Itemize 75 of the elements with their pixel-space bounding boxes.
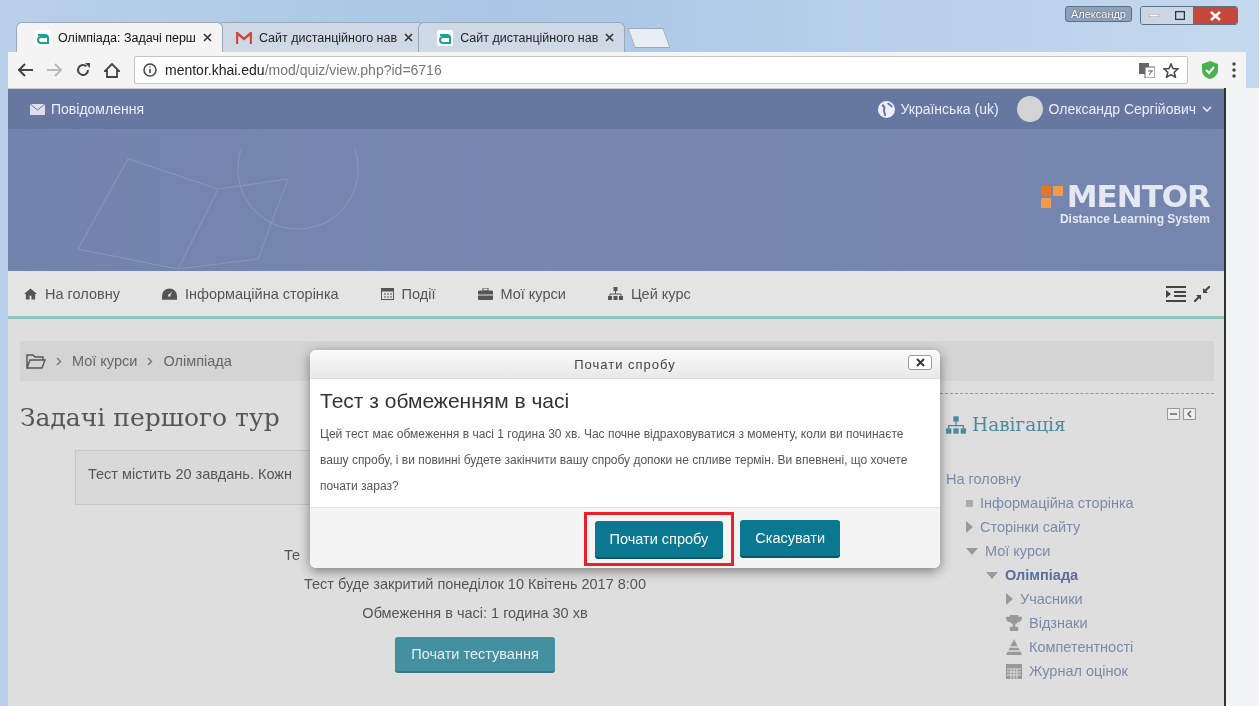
close-icon	[1209, 10, 1221, 21]
quiz-info-text: Обмеження в часі: 1 година 30 хв	[362, 605, 588, 621]
envelope-icon	[30, 103, 45, 115]
pyramid-icon	[1006, 639, 1022, 655]
close-button[interactable]	[908, 355, 932, 370]
menu-link[interactable]: Цей курс	[607, 285, 691, 302]
folder-icon	[26, 353, 46, 369]
briefcase-icon	[477, 287, 493, 300]
maximize-button[interactable]	[1167, 7, 1193, 24]
address-bar[interactable]: mentor.khai.edu/mod/quiz/view.php?id=6716	[134, 56, 1188, 84]
nav-tree-link[interactable]: Олімпіада	[1005, 567, 1079, 583]
caret-icon	[1202, 106, 1212, 112]
quiz-info-text: Те	[284, 547, 301, 563]
sitemap-icon	[607, 287, 623, 300]
home-button[interactable]	[104, 62, 120, 78]
indent-list-icon[interactable]	[1166, 285, 1186, 302]
profile-badge[interactable]: Александр	[1064, 6, 1132, 22]
calendar-icon	[380, 287, 394, 300]
star-icon	[1163, 62, 1179, 78]
page-heading: Задачі першого тур	[20, 403, 281, 432]
nav-tree-link[interactable]: Відзнаки	[1029, 615, 1088, 631]
close-icon[interactable]	[404, 33, 414, 42]
dialog-heading: Тест з обмеженням в часі	[320, 389, 571, 413]
menu-icon[interactable]	[1232, 62, 1236, 78]
dock-block-icon[interactable]	[1183, 408, 1196, 420]
messages-link[interactable]: Повідомлення	[30, 101, 144, 117]
nav-tree-link[interactable]: Мої курси	[985, 543, 1051, 559]
gauge-icon	[161, 287, 177, 300]
tab-logo-icon	[35, 29, 51, 46]
quiz-info-text: Тест буде закритий понеділок 10 Квітень 2017 8:00	[304, 576, 646, 592]
start-quiz-button[interactable]: Почати тестування	[395, 637, 555, 671]
navigation-block-title: Навігація	[946, 414, 1206, 435]
info-icon	[143, 63, 157, 77]
menu-link[interactable]: Події	[380, 285, 436, 302]
minimize-block-icon[interactable]	[1167, 408, 1180, 420]
close-icon	[915, 358, 925, 367]
reload-button[interactable]	[76, 63, 90, 77]
chevron-icon	[56, 356, 62, 366]
globe-icon	[877, 100, 895, 118]
nav-tree-link[interactable]: Сторінки сайту	[980, 519, 1081, 535]
trophy-icon	[1006, 615, 1022, 631]
mail-logo-icon	[235, 31, 252, 44]
dialog-button[interactable]: Почати спробу	[594, 521, 724, 557]
breadcrumb-link[interactable]: Олімпіада	[163, 353, 232, 369]
browser-tab[interactable]: Сайт дистанційного нав	[418, 22, 626, 52]
square-bullet-icon	[966, 499, 973, 507]
dialog-title: Почати спробу	[574, 356, 676, 372]
minimize-icon	[1149, 14, 1159, 17]
breadcrumb-link[interactable]: Мої курси	[72, 353, 138, 369]
sitemap-icon	[946, 415, 966, 434]
mentor-logo: MENTOR Distance Learning System	[1040, 181, 1210, 226]
browser-tab[interactable]: Олімпіада: Задачі перш	[16, 22, 223, 52]
maximize-icon	[1175, 11, 1185, 20]
collapse-icon[interactable]	[1194, 285, 1210, 302]
tab-logo-icon	[437, 29, 454, 46]
menu-link[interactable]: Інформаційна сторінка	[161, 285, 339, 302]
nav-tree-link[interactable]: Журнал оцінок	[1029, 663, 1128, 679]
table-icon	[1006, 663, 1022, 679]
user-menu[interactable]: Олександр Сергійович	[1016, 96, 1212, 122]
nav-tree-link[interactable]: Інформаційна сторінка	[980, 495, 1134, 511]
language-menu[interactable]: Українська (uk)	[877, 100, 999, 118]
nav-tree-link[interactable]: Компетентності	[1029, 639, 1134, 655]
nav-tree-link[interactable]: Учасники	[1020, 591, 1083, 607]
close-window-button[interactable]	[1193, 7, 1237, 24]
translate-icon	[1139, 62, 1155, 78]
menu-link[interactable]: Мої курси	[477, 285, 566, 302]
menu-link[interactable]: На головну	[24, 285, 120, 302]
close-icon[interactable]	[202, 33, 212, 42]
shield-icon	[1202, 61, 1218, 79]
dialog-button[interactable]: Скасувати	[740, 520, 840, 556]
home-icon	[24, 287, 37, 300]
chevron-icon	[147, 356, 154, 366]
close-icon[interactable]	[605, 33, 615, 42]
back-button[interactable]	[18, 63, 33, 77]
nav-tree-link[interactable]: На головну	[946, 471, 1021, 487]
